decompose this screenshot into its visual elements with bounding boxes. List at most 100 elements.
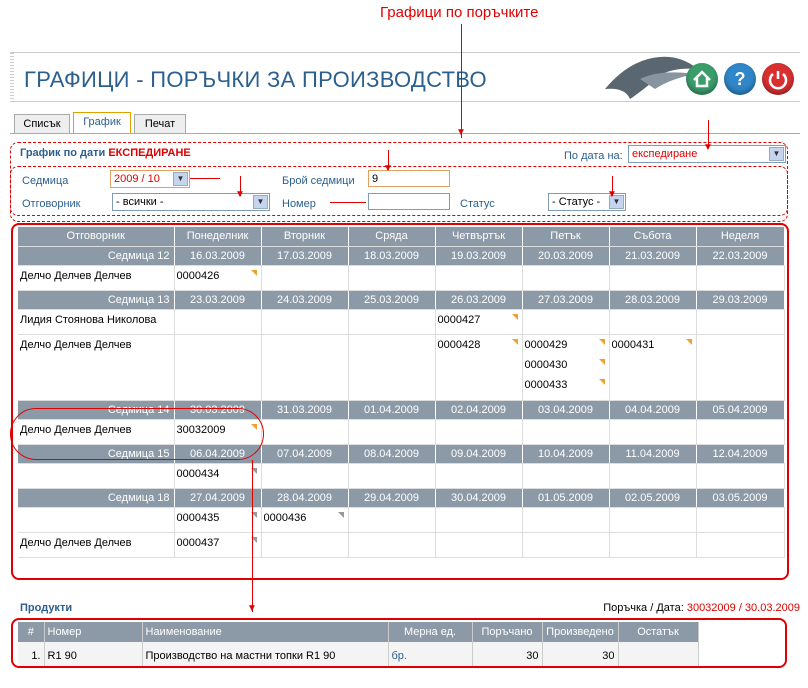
day-cell <box>348 334 436 401</box>
help-button[interactable]: ? <box>724 63 756 95</box>
arrow-head-icon: ▼ <box>383 163 393 174</box>
day-cell <box>435 532 523 558</box>
help-icon: ? <box>734 69 746 89</box>
page-title: ГРАФИЦИ - ПОРЪЧКИ ЗА ПРОИЗВОДСТВО <box>24 67 487 92</box>
row-index: 1. <box>18 642 45 666</box>
product-ordered: 30 <box>472 642 543 666</box>
date-cell: 31.03.2009 <box>261 400 349 420</box>
responsible-name: Делчо Делчев Делчев <box>18 334 175 401</box>
weeks-count-input[interactable]: 9 <box>368 170 450 187</box>
day-cell <box>435 419 523 445</box>
col-header: Мерна ед. <box>388 622 473 642</box>
col-header: # <box>18 622 45 642</box>
schedule-heading-status: ЕКСПЕДИРАНЕ <box>108 147 191 159</box>
annotation-arrow <box>252 460 253 612</box>
header-stripe <box>10 53 14 101</box>
responsible-label: Отговорник <box>22 198 81 210</box>
order-link[interactable]: 0000430 <box>525 358 607 379</box>
day-cell <box>435 265 523 291</box>
date-cell: 10.04.2009 <box>522 444 610 464</box>
date-cell: 25.03.2009 <box>348 290 436 310</box>
col-header: Произведено <box>542 622 619 642</box>
day-cell <box>522 309 610 335</box>
day-cell <box>609 463 697 489</box>
col-header: Петък <box>522 227 610 247</box>
date-cell: 23.03.2009 <box>174 290 262 310</box>
order-link[interactable]: 0000437 <box>177 536 259 557</box>
day-cell <box>522 265 610 291</box>
weeks-count-label: Брой седмици <box>282 175 355 187</box>
day-cell: 0000429 0000430 0000433 <box>522 334 610 401</box>
date-cell: 27.03.2009 <box>522 290 610 310</box>
day-cell: 0000427 <box>435 309 523 335</box>
arrow-head-icon: ▼ <box>703 142 713 153</box>
order-link[interactable]: 0000436 <box>264 511 346 532</box>
tab-print[interactable]: Печат <box>134 114 186 134</box>
week-select[interactable]: 2009 / 10 ▼ <box>110 170 190 188</box>
order-link[interactable]: 0000426 <box>177 269 259 290</box>
col-header: Вторник <box>261 227 349 247</box>
date-cell: 20.03.2009 <box>522 246 610 266</box>
order-link[interactable]: 0000431 <box>612 338 694 359</box>
responsible-select[interactable]: - всички - ▼ <box>112 193 270 211</box>
chevron-down-icon[interactable]: ▼ <box>253 195 268 209</box>
product-produced: 30 <box>542 642 619 666</box>
corner-marker-icon <box>250 269 257 276</box>
responsible-name <box>18 463 175 489</box>
order-value: 30032009 / 30.03.2009 <box>686 602 800 614</box>
annotation-arrow <box>190 178 220 179</box>
date-cell: 24.03.2009 <box>261 290 349 310</box>
day-cell <box>696 463 785 489</box>
order-link[interactable]: 0000428 <box>438 338 520 359</box>
corner-marker-icon <box>685 338 692 345</box>
tab-list[interactable]: Списък <box>14 114 70 134</box>
status-label: Статус <box>460 198 495 210</box>
date-cell: 07.04.2009 <box>261 444 349 464</box>
tab-schedule[interactable]: График <box>73 112 131 134</box>
order-link[interactable]: 0000434 <box>177 467 259 488</box>
order-link[interactable]: 0000433 <box>525 378 607 399</box>
col-header: Отговорник <box>18 227 175 247</box>
schedule-heading: График по дати ЕКСПЕДИРАНЕ <box>20 147 191 159</box>
day-cell: 0000437 <box>174 532 262 558</box>
table-row[interactable]: 1. R1 90 Производство на мастни топки R1… <box>18 642 699 666</box>
chevron-down-icon[interactable]: ▼ <box>173 172 188 186</box>
order-link[interactable]: 0000435 <box>177 511 259 532</box>
day-cell <box>261 532 349 558</box>
table-row: Лидия Стоянова Николова 0000427 <box>18 309 785 335</box>
products-header-row: # Номер Наименование Мерна ед. Поръчано … <box>18 622 699 642</box>
day-cell <box>348 419 436 445</box>
date-cell: 26.03.2009 <box>435 290 523 310</box>
day-cell <box>348 309 436 335</box>
table-row: Делчо Делчев Делчев 0000437 <box>18 532 785 558</box>
corner-marker-icon <box>598 338 605 345</box>
day-cell <box>261 334 349 401</box>
annotation-circle <box>10 408 264 460</box>
day-cell: 0000426 <box>174 265 262 291</box>
col-header: Наименование <box>142 622 389 642</box>
product-remaining <box>618 642 699 666</box>
order-link[interactable]: 0000429 <box>525 338 607 359</box>
chevron-down-icon[interactable]: ▼ <box>769 147 784 161</box>
date-cell: 18.03.2009 <box>348 246 436 266</box>
day-cell <box>609 309 697 335</box>
page-header: ГРАФИЦИ - ПОРЪЧКИ ЗА ПРОИЗВОДСТВО ? <box>10 52 800 102</box>
col-header: Събота <box>609 227 697 247</box>
week-row: Седмица 13 23.03.2009 24.03.2009 25.03.2009… <box>18 290 785 310</box>
week-label: Седмица <box>22 175 69 187</box>
day-cell <box>522 507 610 533</box>
date-cell: 19.03.2009 <box>435 246 523 266</box>
day-cell <box>609 419 697 445</box>
day-cell <box>696 309 785 335</box>
number-input[interactable] <box>368 193 450 210</box>
date-cell: 22.03.2009 <box>696 246 785 266</box>
power-icon <box>768 71 788 90</box>
power-button[interactable] <box>762 63 794 95</box>
col-header: Сряда <box>348 227 436 247</box>
day-cell: 0000435 <box>174 507 262 533</box>
order-link[interactable]: 0000427 <box>438 313 520 334</box>
home-button[interactable] <box>686 63 718 95</box>
date-cell: 27.04.2009 <box>174 488 262 508</box>
date-cell: 01.04.2009 <box>348 400 436 420</box>
day-cell <box>609 265 697 291</box>
